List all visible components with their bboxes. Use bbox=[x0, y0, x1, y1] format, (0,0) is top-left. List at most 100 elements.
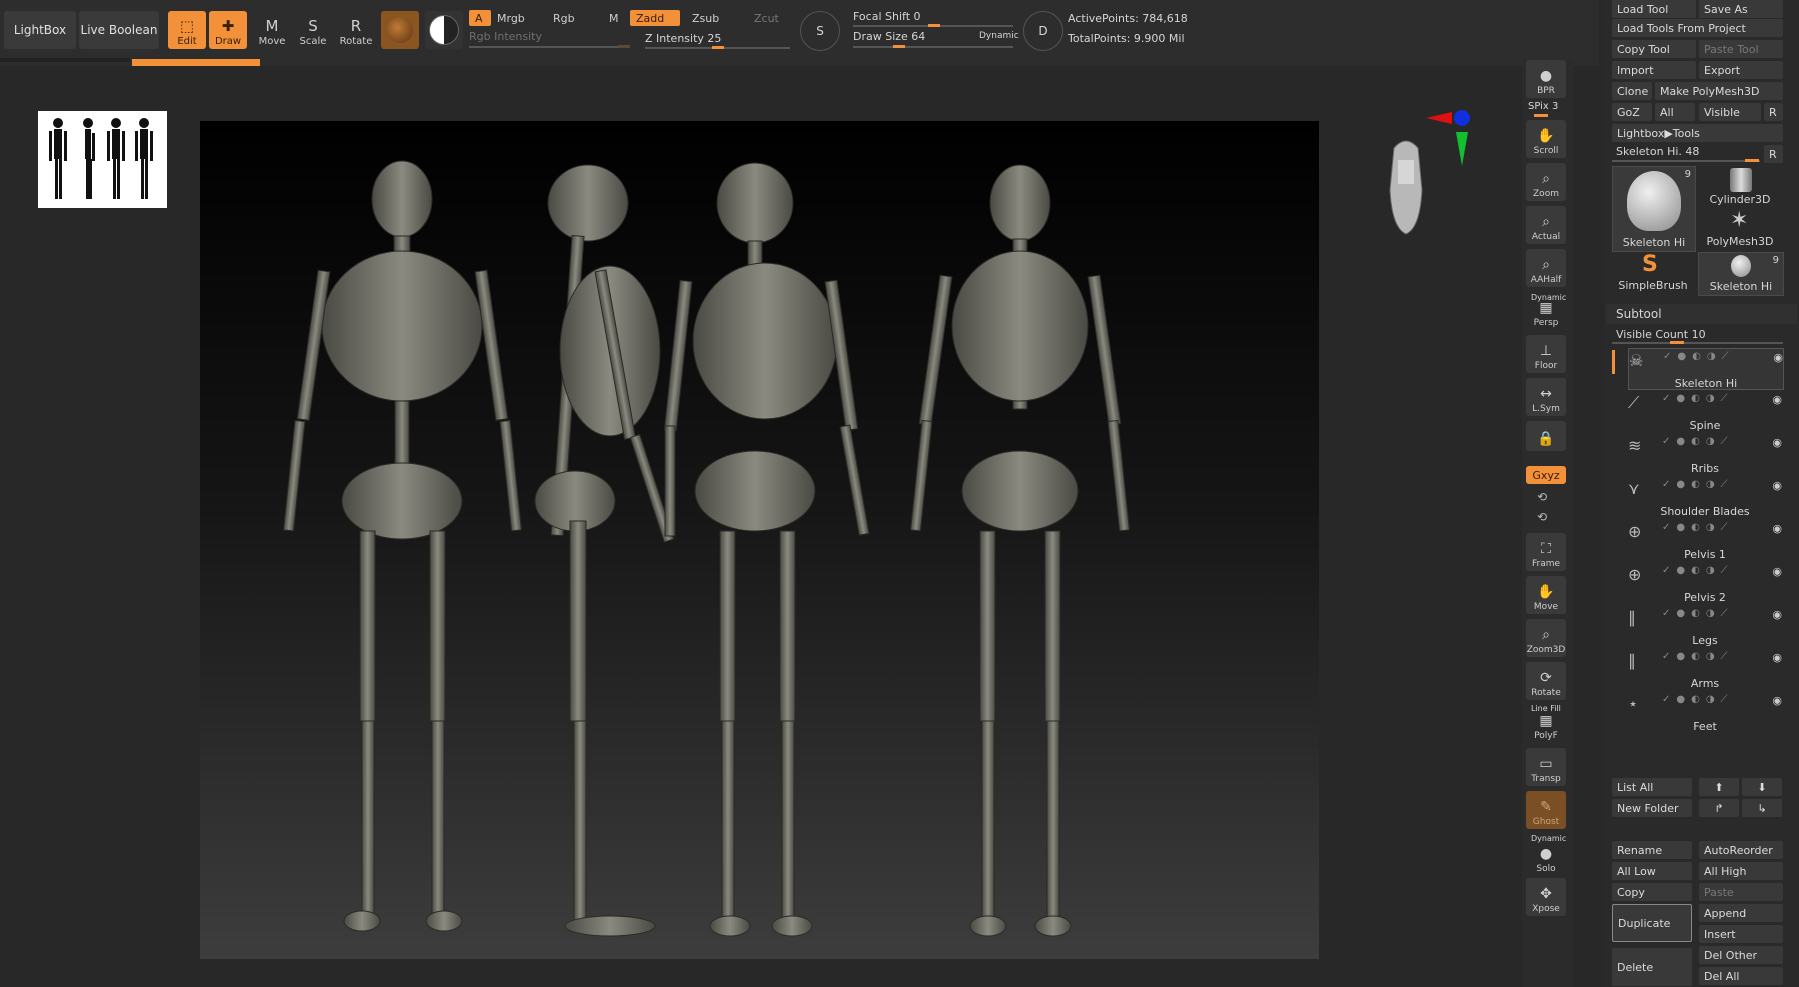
copy-tool-button[interactable]: Copy Tool bbox=[1612, 40, 1696, 58]
new-folder-button[interactable]: New Folder bbox=[1612, 799, 1692, 817]
subtool-toggles[interactable]: ✓●◐◑⟋ bbox=[1662, 608, 1734, 619]
a-mode-toggle[interactable]: A bbox=[469, 10, 491, 26]
export-button[interactable]: Export bbox=[1699, 61, 1783, 79]
spix-slider[interactable] bbox=[1534, 114, 1548, 117]
move-view-button[interactable]: ✋ Move bbox=[1526, 576, 1566, 614]
goz-all-button[interactable]: All bbox=[1655, 103, 1695, 121]
subtool-toggles[interactable]: ✓●◐◑⟋ bbox=[1662, 522, 1734, 533]
bpr-button[interactable]: ● BPR bbox=[1526, 60, 1566, 98]
rotate-z-icon[interactable]: ⟲ bbox=[1537, 510, 1547, 524]
draw-size-slider[interactable] bbox=[853, 46, 1013, 48]
polyf-button[interactable]: ▦ PolyF bbox=[1526, 705, 1566, 743]
rotate-view-button[interactable]: ⟳ Rotate bbox=[1526, 662, 1566, 700]
subtool-row[interactable]: ⊕ ✓●◐◑⟋ ◉ Pelvis 1 bbox=[1628, 520, 1782, 561]
draw-button[interactable]: ✚ Draw bbox=[209, 11, 247, 49]
tool-slider-r-button[interactable]: R bbox=[1764, 145, 1783, 163]
subtool-toggles[interactable]: ✓●◐◑⟋ bbox=[1662, 479, 1734, 490]
draw-size-thumb[interactable] bbox=[893, 45, 905, 48]
stroke-s-button[interactable]: S bbox=[800, 11, 840, 51]
save-as-button[interactable]: Save As bbox=[1699, 0, 1783, 18]
del-all-button[interactable]: Del All bbox=[1699, 967, 1783, 985]
dynamic-label[interactable]: Dynamic bbox=[979, 31, 1019, 41]
list-all-button[interactable]: List All bbox=[1612, 778, 1692, 796]
frame-button[interactable]: ⛶ Frame bbox=[1526, 533, 1566, 571]
rgb-intensity-slider[interactable] bbox=[469, 46, 629, 48]
rgb-intensity-thumb[interactable] bbox=[618, 45, 630, 48]
viewport-canvas[interactable] bbox=[200, 121, 1319, 959]
subtool-row[interactable]: ⊕ ✓●◐◑⟋ ◉ Pelvis 2 bbox=[1628, 563, 1782, 604]
tool-thumb-skeleton-2[interactable]: 9 Skeleton Hi bbox=[1698, 252, 1784, 296]
subtool-row[interactable]: ☠ ✓●◐◑⟋ ◉ Skeleton Hi bbox=[1628, 348, 1784, 390]
folder-move-button[interactable]: ↱ bbox=[1699, 799, 1739, 817]
copy-subtool-button[interactable]: Copy bbox=[1612, 883, 1692, 901]
eye-icon[interactable]: ◉ bbox=[1772, 565, 1782, 578]
insert-button[interactable]: Insert bbox=[1699, 925, 1783, 943]
subtool-toggles[interactable]: ✓●◐◑⟋ bbox=[1662, 651, 1734, 662]
scroll-button[interactable]: ✋ Scroll bbox=[1526, 120, 1566, 158]
zcut-toggle[interactable]: Zcut bbox=[748, 10, 790, 26]
rename-button[interactable]: Rename bbox=[1612, 841, 1692, 859]
subtool-row[interactable]: ≋ ✓●◐◑⟋ ◉ Rribs bbox=[1628, 434, 1782, 475]
subtool-toggles[interactable]: ✓●◐◑⟋ bbox=[1662, 565, 1734, 576]
xpose-button[interactable]: ✥ Xpose bbox=[1526, 878, 1566, 916]
transp-button[interactable]: ▭ Transp bbox=[1526, 748, 1566, 786]
zoom3d-button[interactable]: ⌕ Zoom3D bbox=[1526, 619, 1566, 657]
lightbox-tools-button[interactable]: Lightbox▶Tools bbox=[1612, 124, 1783, 142]
mrgb-toggle[interactable]: Mrgb bbox=[491, 10, 543, 26]
goz-button[interactable]: GoZ bbox=[1612, 103, 1652, 121]
eye-icon[interactable]: ◉ bbox=[1772, 522, 1782, 535]
subtool-toggles[interactable]: ✓●◐◑⟋ bbox=[1662, 436, 1734, 447]
folder-out-button[interactable]: ↳ bbox=[1742, 799, 1782, 817]
subtool-header-bar[interactable]: Subtool bbox=[1606, 304, 1797, 324]
move-up-button[interactable]: ⬆ bbox=[1699, 778, 1739, 796]
subtool-row[interactable]: ⋆ ✓●◐◑⟋ ◉ Feet bbox=[1628, 692, 1782, 733]
eye-icon[interactable]: ◉ bbox=[1773, 351, 1783, 364]
clone-button[interactable]: Clone bbox=[1612, 82, 1652, 100]
subtool-toggles[interactable]: ✓●◐◑⟋ bbox=[1662, 694, 1734, 705]
tool-thumb-cylinder[interactable]: Cylinder3D bbox=[1698, 166, 1782, 208]
solo-button[interactable]: ● Solo bbox=[1526, 838, 1566, 876]
duplicate-button[interactable]: Duplicate bbox=[1612, 904, 1692, 942]
subtool-toggles[interactable]: ✓●◐◑⟋ bbox=[1663, 351, 1735, 362]
autoreorder-button[interactable]: AutoReorder bbox=[1699, 841, 1783, 859]
zoom-button[interactable]: ⌕ Zoom bbox=[1526, 163, 1566, 201]
tool-slider-thumb[interactable] bbox=[1745, 159, 1759, 162]
focal-shift-thumb[interactable] bbox=[928, 24, 940, 27]
import-button[interactable]: Import bbox=[1612, 61, 1696, 79]
reference-thumbnail[interactable] bbox=[38, 111, 167, 208]
del-other-button[interactable]: Del Other bbox=[1699, 946, 1783, 964]
edit-button[interactable]: ⬚ Edit bbox=[168, 11, 206, 49]
eye-icon[interactable]: ◉ bbox=[1772, 694, 1782, 707]
subtool-toggles[interactable]: ✓●◐◑⟋ bbox=[1662, 393, 1734, 404]
zadd-toggle[interactable]: Zadd bbox=[630, 10, 680, 26]
eye-icon[interactable]: ◉ bbox=[1772, 479, 1782, 492]
subtool-row[interactable]: ∥ ✓●◐◑⟋ ◉ Legs bbox=[1628, 606, 1782, 647]
paste-tool-button[interactable]: Paste Tool bbox=[1699, 40, 1783, 58]
lock-button[interactable]: 🔒 bbox=[1526, 421, 1566, 451]
m-toggle[interactable]: M bbox=[603, 10, 625, 26]
goz-visible-button[interactable]: Visible bbox=[1699, 103, 1761, 121]
tool-thumb-polymesh[interactable]: ✶ PolyMesh3D bbox=[1698, 208, 1782, 250]
append-button[interactable]: Append bbox=[1699, 904, 1783, 922]
subtool-row[interactable]: ⋎ ✓●◐◑⟋ ◉ Shoulder Blades bbox=[1628, 477, 1782, 518]
stroke-d-button[interactable]: D bbox=[1023, 11, 1063, 51]
texture-button[interactable] bbox=[425, 11, 463, 49]
subtool-row[interactable]: ∥ ✓●◐◑⟋ ◉ Arms bbox=[1628, 649, 1782, 690]
xyz-button[interactable]: Gxyz bbox=[1526, 466, 1566, 484]
tool-thumb-skeleton[interactable]: 9 Skeleton Hi bbox=[1612, 166, 1696, 252]
persp-button[interactable]: ▦ Persp bbox=[1526, 292, 1566, 330]
goz-r-button[interactable]: R bbox=[1764, 103, 1783, 121]
delete-button[interactable]: Delete bbox=[1612, 948, 1692, 986]
move-down-button[interactable]: ⬇ bbox=[1742, 778, 1782, 796]
subtool-row[interactable]: ⟋ ✓●◐◑⟋ ◉ Spine bbox=[1628, 391, 1782, 432]
spix-label[interactable]: SPix 3 bbox=[1528, 101, 1558, 112]
make-polymesh-button[interactable]: Make PolyMesh3D bbox=[1655, 82, 1783, 100]
material-button[interactable] bbox=[381, 11, 419, 49]
visible-count-thumb[interactable] bbox=[1670, 341, 1684, 344]
aahalf-button[interactable]: ⌕ AAHalf bbox=[1526, 249, 1566, 287]
load-tools-from-project-button[interactable]: Load Tools From Project bbox=[1612, 19, 1783, 37]
eye-icon[interactable]: ◉ bbox=[1772, 393, 1782, 406]
z-intensity-thumb[interactable] bbox=[712, 46, 724, 49]
ghost-button[interactable]: ✎ Ghost bbox=[1526, 791, 1566, 829]
zsub-toggle[interactable]: Zsub bbox=[686, 10, 738, 26]
